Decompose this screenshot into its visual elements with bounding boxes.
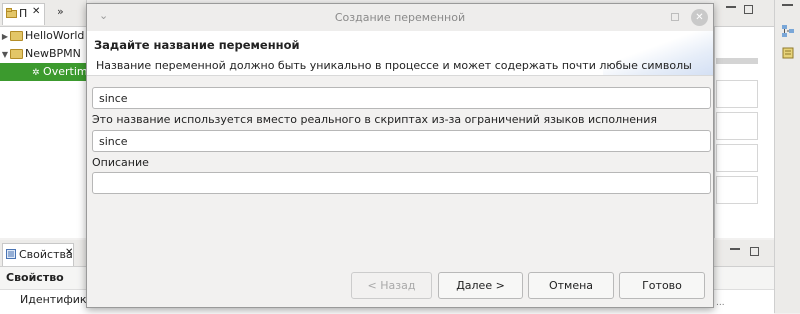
variable-name-input[interactable] <box>92 87 711 109</box>
dialog-description: Название переменной должно быть уникальн… <box>96 59 692 72</box>
palette-box[interactable] <box>716 144 758 172</box>
tab-properties[interactable]: Свойства ✕ <box>2 243 74 266</box>
collapse-icon[interactable]: ▼ <box>0 46 10 64</box>
dialog-header: Задайте название переменной Название пер… <box>87 31 713 76</box>
folder-icon <box>6 8 17 18</box>
properties-view-icon[interactable] <box>781 46 795 60</box>
outline-icon[interactable] <box>781 24 795 38</box>
maximize-icon[interactable] <box>750 247 759 256</box>
ellipsis: ... <box>716 298 725 308</box>
more-tabs-icon[interactable]: » <box>57 5 64 18</box>
back-button[interactable]: < Назад <box>351 272 432 299</box>
minimize-icon[interactable] <box>730 248 740 253</box>
finish-button[interactable]: Готово <box>619 272 705 299</box>
cancel-button[interactable]: Отмена <box>528 272 614 299</box>
maximize-icon[interactable] <box>744 5 753 14</box>
create-variable-dialog: ⌄ Создание переменной ✕ Задайте название… <box>86 3 714 308</box>
description-input[interactable] <box>92 172 711 194</box>
close-icon[interactable]: ✕ <box>691 9 708 26</box>
tree-item-newbpmn[interactable]: ▼ NewBPMN <box>0 45 86 63</box>
process-icon: ✲ <box>32 68 40 78</box>
right-toolbar <box>774 0 800 313</box>
script-name-label: Это название используется вместо реально… <box>92 113 658 126</box>
description-label: Описание <box>92 156 149 169</box>
script-name-input[interactable] <box>92 130 711 152</box>
minimize-icon[interactable] <box>726 6 736 11</box>
tree-item-helloworld[interactable]: ▶ HelloWorld <box>0 27 86 45</box>
tab-label: П <box>19 7 28 20</box>
folder-icon <box>10 49 23 59</box>
palette-box[interactable] <box>716 176 758 204</box>
folder-icon <box>10 31 23 41</box>
dialog-title: Создание переменной <box>334 11 466 24</box>
maximize-icon[interactable] <box>671 13 679 21</box>
column-header-property: Свойство <box>6 271 64 284</box>
palette-box[interactable] <box>716 112 758 140</box>
next-button[interactable]: Далее > <box>438 272 523 299</box>
project-tree: ▶ HelloWorld ▼ NewBPMN ✲ Overtime <box>0 27 94 81</box>
expand-icon[interactable]: ▶ <box>0 28 10 46</box>
minimize-icon[interactable] <box>782 4 793 9</box>
close-icon[interactable]: ✕ <box>65 247 73 258</box>
dialog-heading: Задайте название переменной <box>94 38 300 52</box>
close-icon[interactable]: ✕ <box>32 6 40 17</box>
properties-icon <box>6 249 16 259</box>
tree-item-overtime[interactable]: ✲ Overtime <box>0 63 94 81</box>
palette-box[interactable] <box>716 80 758 108</box>
scroll-hint <box>716 58 758 64</box>
tab-project-explorer[interactable]: П ✕ <box>2 3 45 25</box>
